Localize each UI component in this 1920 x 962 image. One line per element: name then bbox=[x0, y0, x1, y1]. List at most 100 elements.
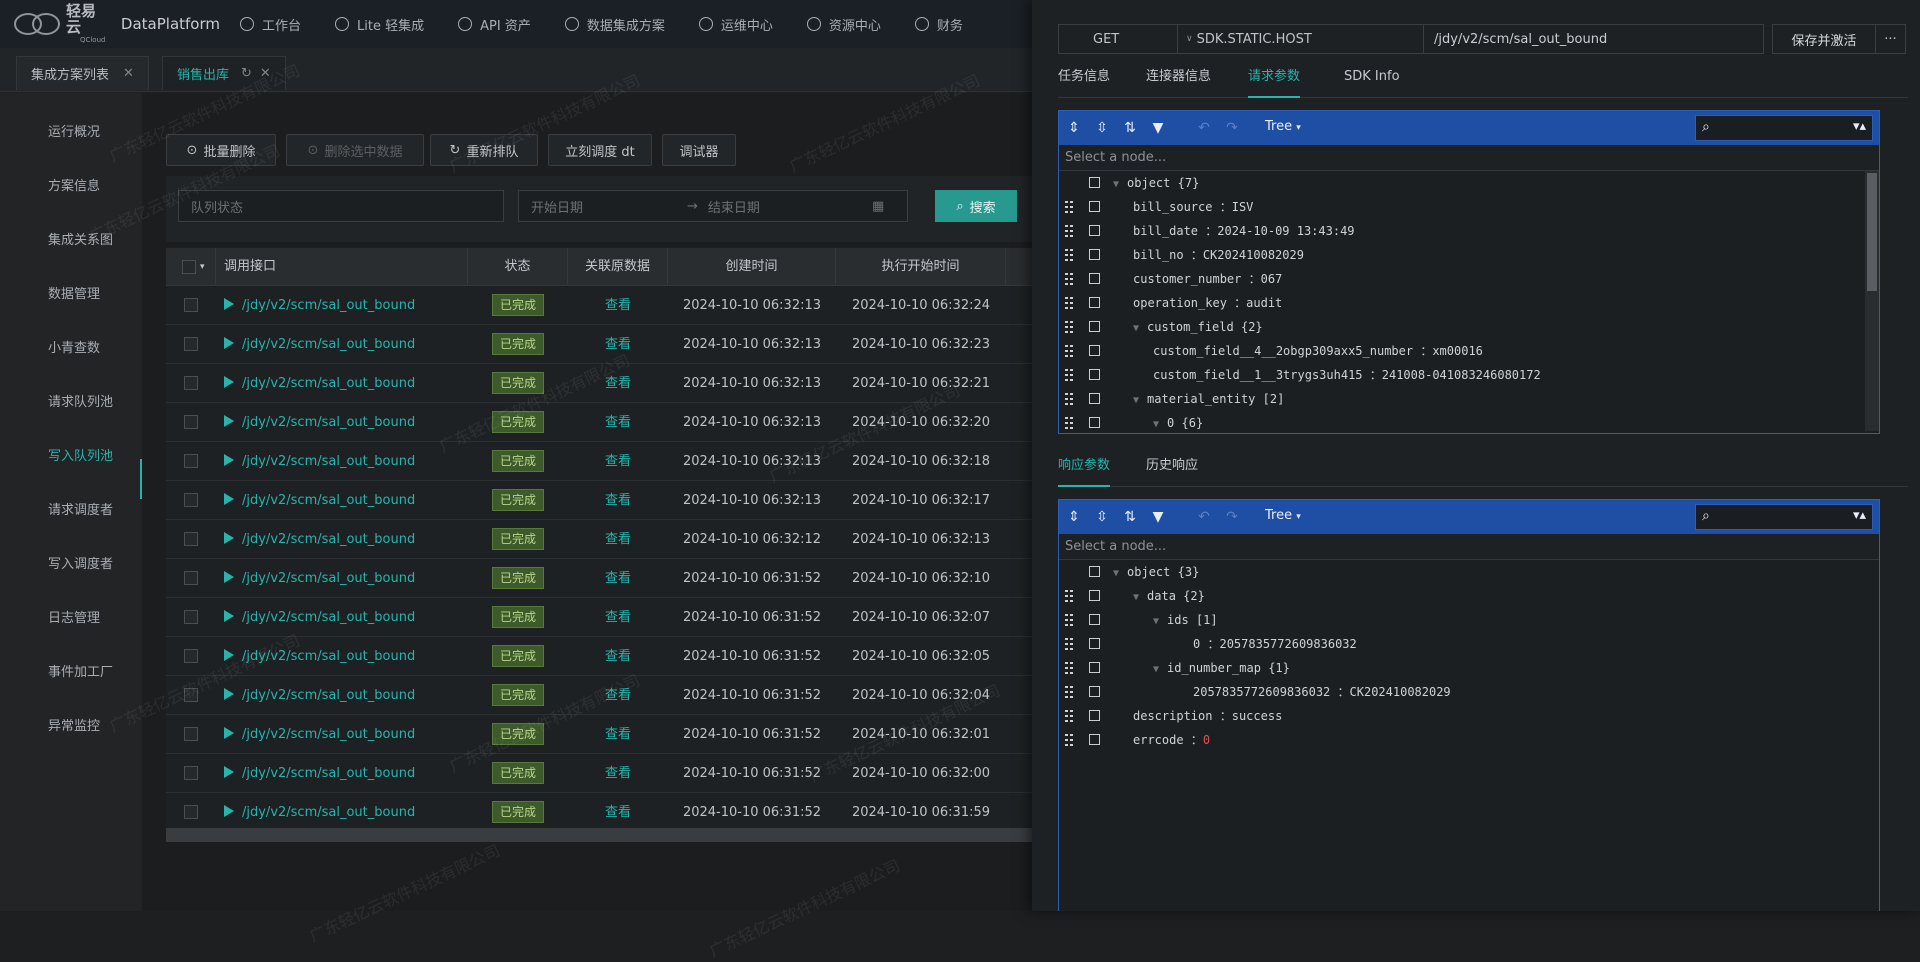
dispatch-now-button[interactable]: 立刻调度 dt bbox=[548, 134, 652, 166]
expand-arrow-icon[interactable]: ▼ bbox=[1153, 664, 1159, 675]
collapse-all-icon[interactable]: ⇳ bbox=[1093, 119, 1111, 137]
table-row[interactable]: /jdy/v2/scm/sal_out_bound 已完成 查看 2024-10-10… bbox=[166, 754, 1066, 793]
tree-node[interactable]: customer_number ：067 bbox=[1059, 267, 1879, 291]
row-checkbox[interactable] bbox=[184, 376, 198, 390]
json-search-input[interactable]: ⌕ ▾▴ bbox=[1695, 115, 1873, 141]
undo-icon[interactable]: ↶ bbox=[1195, 508, 1213, 526]
context-menu-icon[interactable] bbox=[1089, 201, 1100, 212]
queue-status-select[interactable]: 队列状态 bbox=[178, 190, 504, 222]
context-menu-icon[interactable] bbox=[1089, 393, 1100, 404]
host-select[interactable]: ∨ SDK.STATIC.HOST bbox=[1178, 24, 1424, 54]
expand-arrow-icon[interactable]: ▼ bbox=[1113, 179, 1119, 190]
sidebar-item-6[interactable]: 写入队列池 bbox=[48, 445, 113, 464]
sidebar-item-9[interactable]: 日志管理 bbox=[48, 607, 100, 626]
header-started[interactable]: 执行开始时间 bbox=[836, 248, 1006, 286]
view-source-link[interactable]: 查看 bbox=[568, 403, 668, 442]
nav-item-5[interactable]: 资源中心 bbox=[806, 15, 881, 34]
sidebar-item-10[interactable]: 事件加工厂 bbox=[48, 661, 113, 680]
sidebar-item-11[interactable]: 异常监控 bbox=[48, 715, 100, 734]
tree-node[interactable]: ▼ 0 {6} bbox=[1059, 411, 1879, 435]
drag-handle-icon[interactable] bbox=[1065, 345, 1073, 357]
tree-node[interactable]: ▼ object {3} bbox=[1059, 560, 1879, 584]
view-source-link[interactable]: 查看 bbox=[568, 286, 668, 325]
close-icon[interactable]: ✕ bbox=[123, 66, 134, 81]
search-button[interactable]: ⌕ 搜索 bbox=[935, 190, 1017, 222]
context-menu-icon[interactable] bbox=[1089, 369, 1100, 380]
tab-history-response[interactable]: 历史响应 bbox=[1146, 455, 1198, 487]
drag-handle-icon[interactable] bbox=[1065, 662, 1073, 674]
context-menu-icon[interactable] bbox=[1089, 321, 1100, 332]
tree-node[interactable]: ▼ ids [1] bbox=[1059, 608, 1879, 632]
delete-selected-button[interactable]: ⊙ 删除选中数据 bbox=[286, 134, 424, 166]
api-link[interactable]: /jdy/v2/scm/sal_out_bound bbox=[224, 325, 468, 364]
tree-node[interactable]: ▼ material_entity [2] bbox=[1059, 387, 1879, 411]
context-menu-icon[interactable] bbox=[1089, 345, 1100, 356]
api-link[interactable]: /jdy/v2/scm/sal_out_bound bbox=[224, 598, 468, 637]
expand-arrow-icon[interactable]: ▼ bbox=[1153, 616, 1159, 627]
row-checkbox[interactable] bbox=[184, 805, 198, 819]
tree-node[interactable]: 2057835772609836032 ：CK202410082029 bbox=[1059, 680, 1879, 704]
mode-dropdown[interactable]: Tree ▾ bbox=[1265, 119, 1301, 134]
context-menu-icon[interactable] bbox=[1089, 686, 1100, 697]
node-value[interactable]: 0 bbox=[1203, 733, 1210, 747]
view-source-link[interactable]: 查看 bbox=[568, 598, 668, 637]
filter-icon[interactable]: ▼ bbox=[1149, 119, 1167, 137]
nav-item-2[interactable]: API 资产 bbox=[458, 15, 531, 34]
context-menu-icon[interactable] bbox=[1089, 566, 1100, 577]
node-value[interactable]: 2057835772609836032 bbox=[1219, 637, 1356, 651]
context-menu-icon[interactable] bbox=[1089, 249, 1100, 260]
nav-item-3[interactable]: 数据集成方案 bbox=[564, 15, 665, 34]
context-menu-icon[interactable] bbox=[1089, 273, 1100, 284]
sort-icon[interactable]: ⇅ bbox=[1121, 119, 1139, 137]
expand-arrow-icon[interactable]: ▼ bbox=[1133, 395, 1139, 406]
expand-arrow-icon[interactable]: ▼ bbox=[1133, 323, 1139, 334]
tree-node[interactable]: custom_field__1__3trygs3uh415 ：241008-04… bbox=[1059, 363, 1879, 387]
table-row[interactable]: /jdy/v2/scm/sal_out_bound 已完成 查看 2024-10-10… bbox=[166, 481, 1066, 520]
tree-node[interactable]: ▼ object {7} bbox=[1059, 171, 1879, 195]
node-value[interactable]: CK202410082029 bbox=[1350, 685, 1451, 699]
row-checkbox[interactable] bbox=[184, 610, 198, 624]
search-nav-arrows-icon[interactable]: ▾▴ bbox=[1853, 119, 1866, 134]
node-value[interactable]: success bbox=[1232, 709, 1283, 723]
api-link[interactable]: /jdy/v2/scm/sal_out_bound bbox=[224, 520, 468, 559]
row-checkbox[interactable] bbox=[184, 298, 198, 312]
node-value[interactable]: audit bbox=[1246, 296, 1282, 310]
tab-request-params[interactable]: 请求参数 bbox=[1248, 66, 1301, 98]
search-nav-arrows-icon[interactable]: ▾▴ bbox=[1853, 508, 1866, 523]
tab-solution-list[interactable]: 集成方案列表 ✕ bbox=[16, 56, 149, 90]
sidebar-item-7[interactable]: 请求调度者 bbox=[48, 499, 113, 518]
drag-handle-icon[interactable] bbox=[1065, 249, 1073, 261]
header-source[interactable]: 关联原数据 bbox=[568, 248, 668, 286]
context-menu-icon[interactable] bbox=[1089, 734, 1100, 745]
row-checkbox[interactable] bbox=[184, 532, 198, 546]
node-value[interactable]: ISV bbox=[1232, 200, 1254, 214]
tree-node[interactable]: custom_field__4__2obgp309axx5_number ：xm… bbox=[1059, 339, 1879, 363]
header-status[interactable]: 状态 bbox=[468, 248, 568, 286]
view-source-link[interactable]: 查看 bbox=[568, 715, 668, 754]
expand-arrow-icon[interactable]: ▼ bbox=[1113, 568, 1119, 579]
drag-handle-icon[interactable] bbox=[1065, 686, 1073, 698]
drag-handle-icon[interactable] bbox=[1065, 273, 1073, 285]
redo-icon[interactable]: ↷ bbox=[1223, 508, 1241, 526]
node-value[interactable]: xm00016 bbox=[1432, 344, 1483, 358]
api-link[interactable]: /jdy/v2/scm/sal_out_bound bbox=[224, 559, 468, 598]
header-api[interactable]: 调用接口 bbox=[216, 248, 468, 286]
api-link[interactable]: /jdy/v2/scm/sal_out_bound bbox=[224, 715, 468, 754]
expand-all-icon[interactable]: ⇕ bbox=[1065, 119, 1083, 137]
row-checkbox[interactable] bbox=[184, 571, 198, 585]
drag-handle-icon[interactable] bbox=[1065, 225, 1073, 237]
nav-item-1[interactable]: Lite 轻集成 bbox=[335, 15, 424, 34]
sidebar-item-0[interactable]: 运行概况 bbox=[48, 121, 100, 140]
tree-node[interactable]: errcode ：0 bbox=[1059, 728, 1879, 752]
drag-handle-icon[interactable] bbox=[1065, 614, 1073, 626]
tree-node[interactable]: ▼ id_number_map {1} bbox=[1059, 656, 1879, 680]
drag-handle-icon[interactable] bbox=[1065, 638, 1073, 650]
tree-node[interactable]: 0 ：2057835772609836032 bbox=[1059, 632, 1879, 656]
view-source-link[interactable]: 查看 bbox=[568, 793, 668, 832]
redo-icon[interactable]: ↷ bbox=[1223, 119, 1241, 137]
api-link[interactable]: /jdy/v2/scm/sal_out_bound bbox=[224, 676, 468, 715]
expand-arrow-icon[interactable]: ▼ bbox=[1133, 592, 1139, 603]
debugger-button[interactable]: 调试器 bbox=[662, 134, 736, 166]
row-checkbox[interactable] bbox=[184, 727, 198, 741]
table-row[interactable]: /jdy/v2/scm/sal_out_bound 已完成 查看 2024-10-10… bbox=[166, 793, 1066, 832]
